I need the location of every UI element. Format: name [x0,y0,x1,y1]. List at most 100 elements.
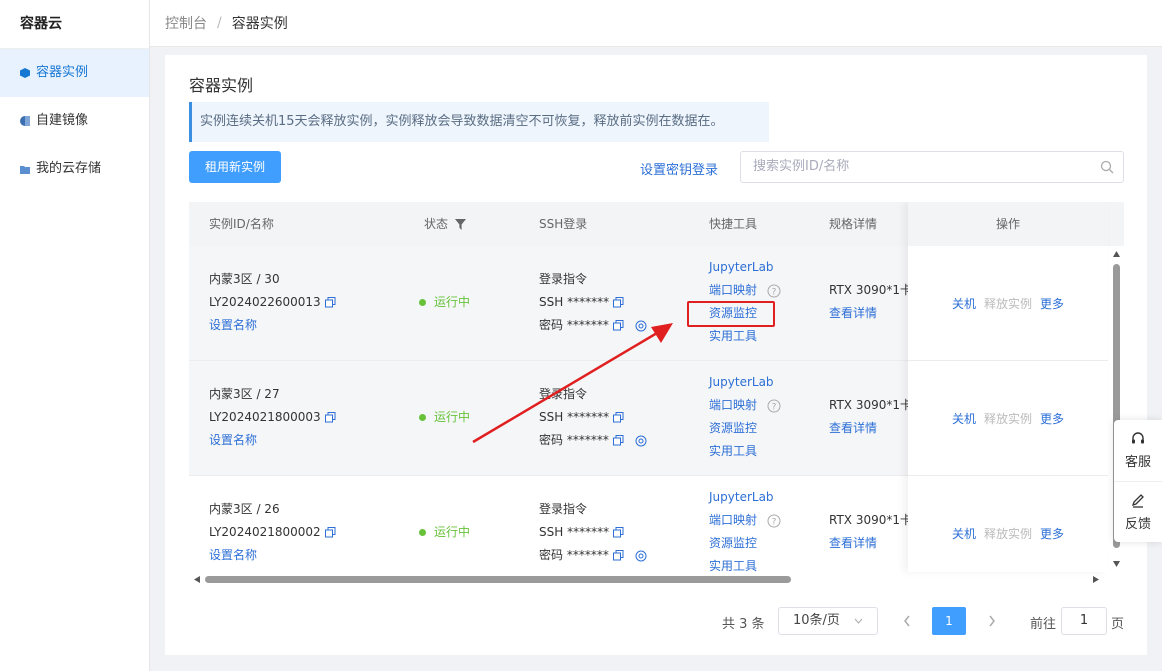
more-button[interactable]: 更多 [1040,525,1064,542]
svg-text:?: ? [772,517,777,527]
breadcrumb-separator: / [217,15,222,31]
release-instance-button: 释放实例 [983,526,1032,541]
scroll-left-icon[interactable] [191,572,203,587]
instance-region: 内蒙3区 / 30 [209,272,280,286]
svg-text:?: ? [772,287,777,297]
copy-icon[interactable] [613,297,624,308]
breadcrumb-console-link[interactable]: 控制台 [165,13,207,33]
brand-title: 容器云 [0,0,149,49]
copy-icon[interactable] [324,412,336,423]
scroll-right-icon[interactable] [1090,572,1102,587]
feedback-label: 反馈 [1124,517,1151,532]
header-id: 实例ID/名称 [209,217,274,231]
page-number-current[interactable]: 1 [932,607,966,635]
view-details-link[interactable]: 查看详情 [829,417,912,440]
spec-text: RTX 3090*1卡 [829,283,913,297]
ssh-command: SSH ******* [539,295,610,309]
set-key-login-link[interactable]: 设置密钥登录 [640,159,718,178]
ssh-title: 登录指令 [539,502,588,516]
rent-new-instance-button[interactable]: 租用新实例 [189,151,281,183]
ops-row: 关机 释放实例 更多 [908,361,1108,476]
spec-text: RTX 3090*1卡 [829,398,913,412]
utility-tools-link[interactable]: 实用工具 [709,440,781,463]
set-name-link[interactable]: 设置名称 [209,314,336,337]
instance-id: LY2024022600013 [209,295,321,309]
scroll-up-icon[interactable] [1109,248,1124,260]
sidebar-item-label: 自建镜像 [36,113,89,128]
image-icon [20,116,30,126]
goto-page-input[interactable]: 1 [1061,607,1107,635]
copy-icon[interactable] [612,550,624,561]
shutdown-button[interactable]: 关机 [952,410,976,427]
more-button[interactable]: 更多 [1040,295,1064,312]
instance-id: LY2024021800003 [209,410,321,424]
shutdown-button[interactable]: 关机 [952,295,976,312]
ssh-command: SSH ******* [539,525,610,539]
chevron-down-icon [854,618,863,624]
ops-row: 关机 释放实例 更多 [908,246,1108,361]
header-spec: 规格详情 [829,217,878,231]
jupyterlab-link[interactable]: JupyterLab [709,486,781,509]
port-mapping-link[interactable]: 端口映射 [709,398,757,412]
annotation-arrow-icon [472,323,673,444]
port-mapping-link[interactable]: 端口映射 [709,513,757,527]
sidebar-item-label: 我的云存储 [36,161,102,176]
search-icon[interactable] [1100,160,1114,174]
main-card: 容器实例 实例连续关机15天会释放实例，实例释放会导致数据清空不可恢复，释放前实… [165,55,1147,655]
customer-service-button[interactable]: 客服 [1114,420,1162,481]
status-dot [419,299,426,306]
copy-icon[interactable] [324,297,336,308]
operations-column: 操作 关机 释放实例 更多 关机 释放实例 更多 关机 释放实例 更多 [908,202,1108,572]
eye-icon[interactable] [634,550,648,562]
headset-icon [1132,432,1144,444]
help-icon[interactable]: ? [767,399,781,413]
prev-page-icon[interactable] [903,615,911,627]
page-size-select[interactable]: 10条/页 [778,607,878,635]
scroll-down-icon[interactable] [1109,558,1124,570]
header-status[interactable]: 状态 [424,202,466,246]
status-dot [419,414,426,421]
shutdown-button[interactable]: 关机 [952,525,976,542]
page-unit-label: 页 [1111,617,1125,632]
ssh-title: 登录指令 [539,272,588,286]
status-dot [419,529,426,536]
set-name-link[interactable]: 设置名称 [209,429,336,452]
view-details-link[interactable]: 查看详情 [829,532,912,555]
breadcrumb: 控制台 / 容器实例 [150,0,1162,47]
utility-tools-link[interactable]: 实用工具 [709,325,781,348]
goto-label: 前往 [1030,617,1057,632]
feedback-button[interactable]: 反馈 [1114,481,1162,543]
view-details-link[interactable]: 查看详情 [829,302,912,325]
sidebar-item-label: 容器实例 [36,65,89,80]
jupyterlab-link[interactable]: JupyterLab [709,371,781,394]
highlight-box [687,301,775,327]
horizontal-scroll-thumb[interactable] [205,576,791,583]
filter-icon[interactable] [454,219,466,230]
horizontal-scrollbar[interactable] [189,572,1124,587]
resource-monitor-link[interactable]: 资源监控 [709,532,781,555]
help-icon[interactable]: ? [767,514,781,528]
sidebar-item-custom-images[interactable]: 自建镜像 [0,97,149,145]
resource-monitor-link[interactable]: 资源监控 [709,417,781,440]
set-name-link[interactable]: 设置名称 [209,544,336,567]
ops-row: 关机 释放实例 更多 [908,476,1108,587]
instance-region: 内蒙3区 / 27 [209,387,280,401]
search-input[interactable]: 搜索实例ID/名称 [740,151,1124,183]
jupyterlab-link[interactable]: JupyterLab [709,256,781,279]
customer-service-label: 客服 [1124,455,1151,470]
svg-text:?: ? [772,402,777,412]
header-tools: 快捷工具 [709,217,758,231]
sidebar-item-cloud-storage[interactable]: 我的云存储 [0,145,149,193]
instance-id: LY2024021800002 [209,525,321,539]
folder-icon [20,166,30,174]
help-icon[interactable]: ? [767,284,781,298]
copy-icon[interactable] [324,527,336,538]
notice-banner: 实例连续关机15天会释放实例，实例释放会导致数据清空不可恢复，释放前实例在数据在… [189,102,769,142]
more-button[interactable]: 更多 [1040,410,1064,427]
next-page-icon[interactable] [988,615,996,627]
copy-icon[interactable] [613,527,624,538]
port-mapping-link[interactable]: 端口映射 [709,283,757,297]
sidebar-item-container-instances[interactable]: 容器实例 [0,49,149,97]
breadcrumb-current: 容器实例 [231,16,288,32]
header-ssh: SSH登录 [539,217,588,231]
